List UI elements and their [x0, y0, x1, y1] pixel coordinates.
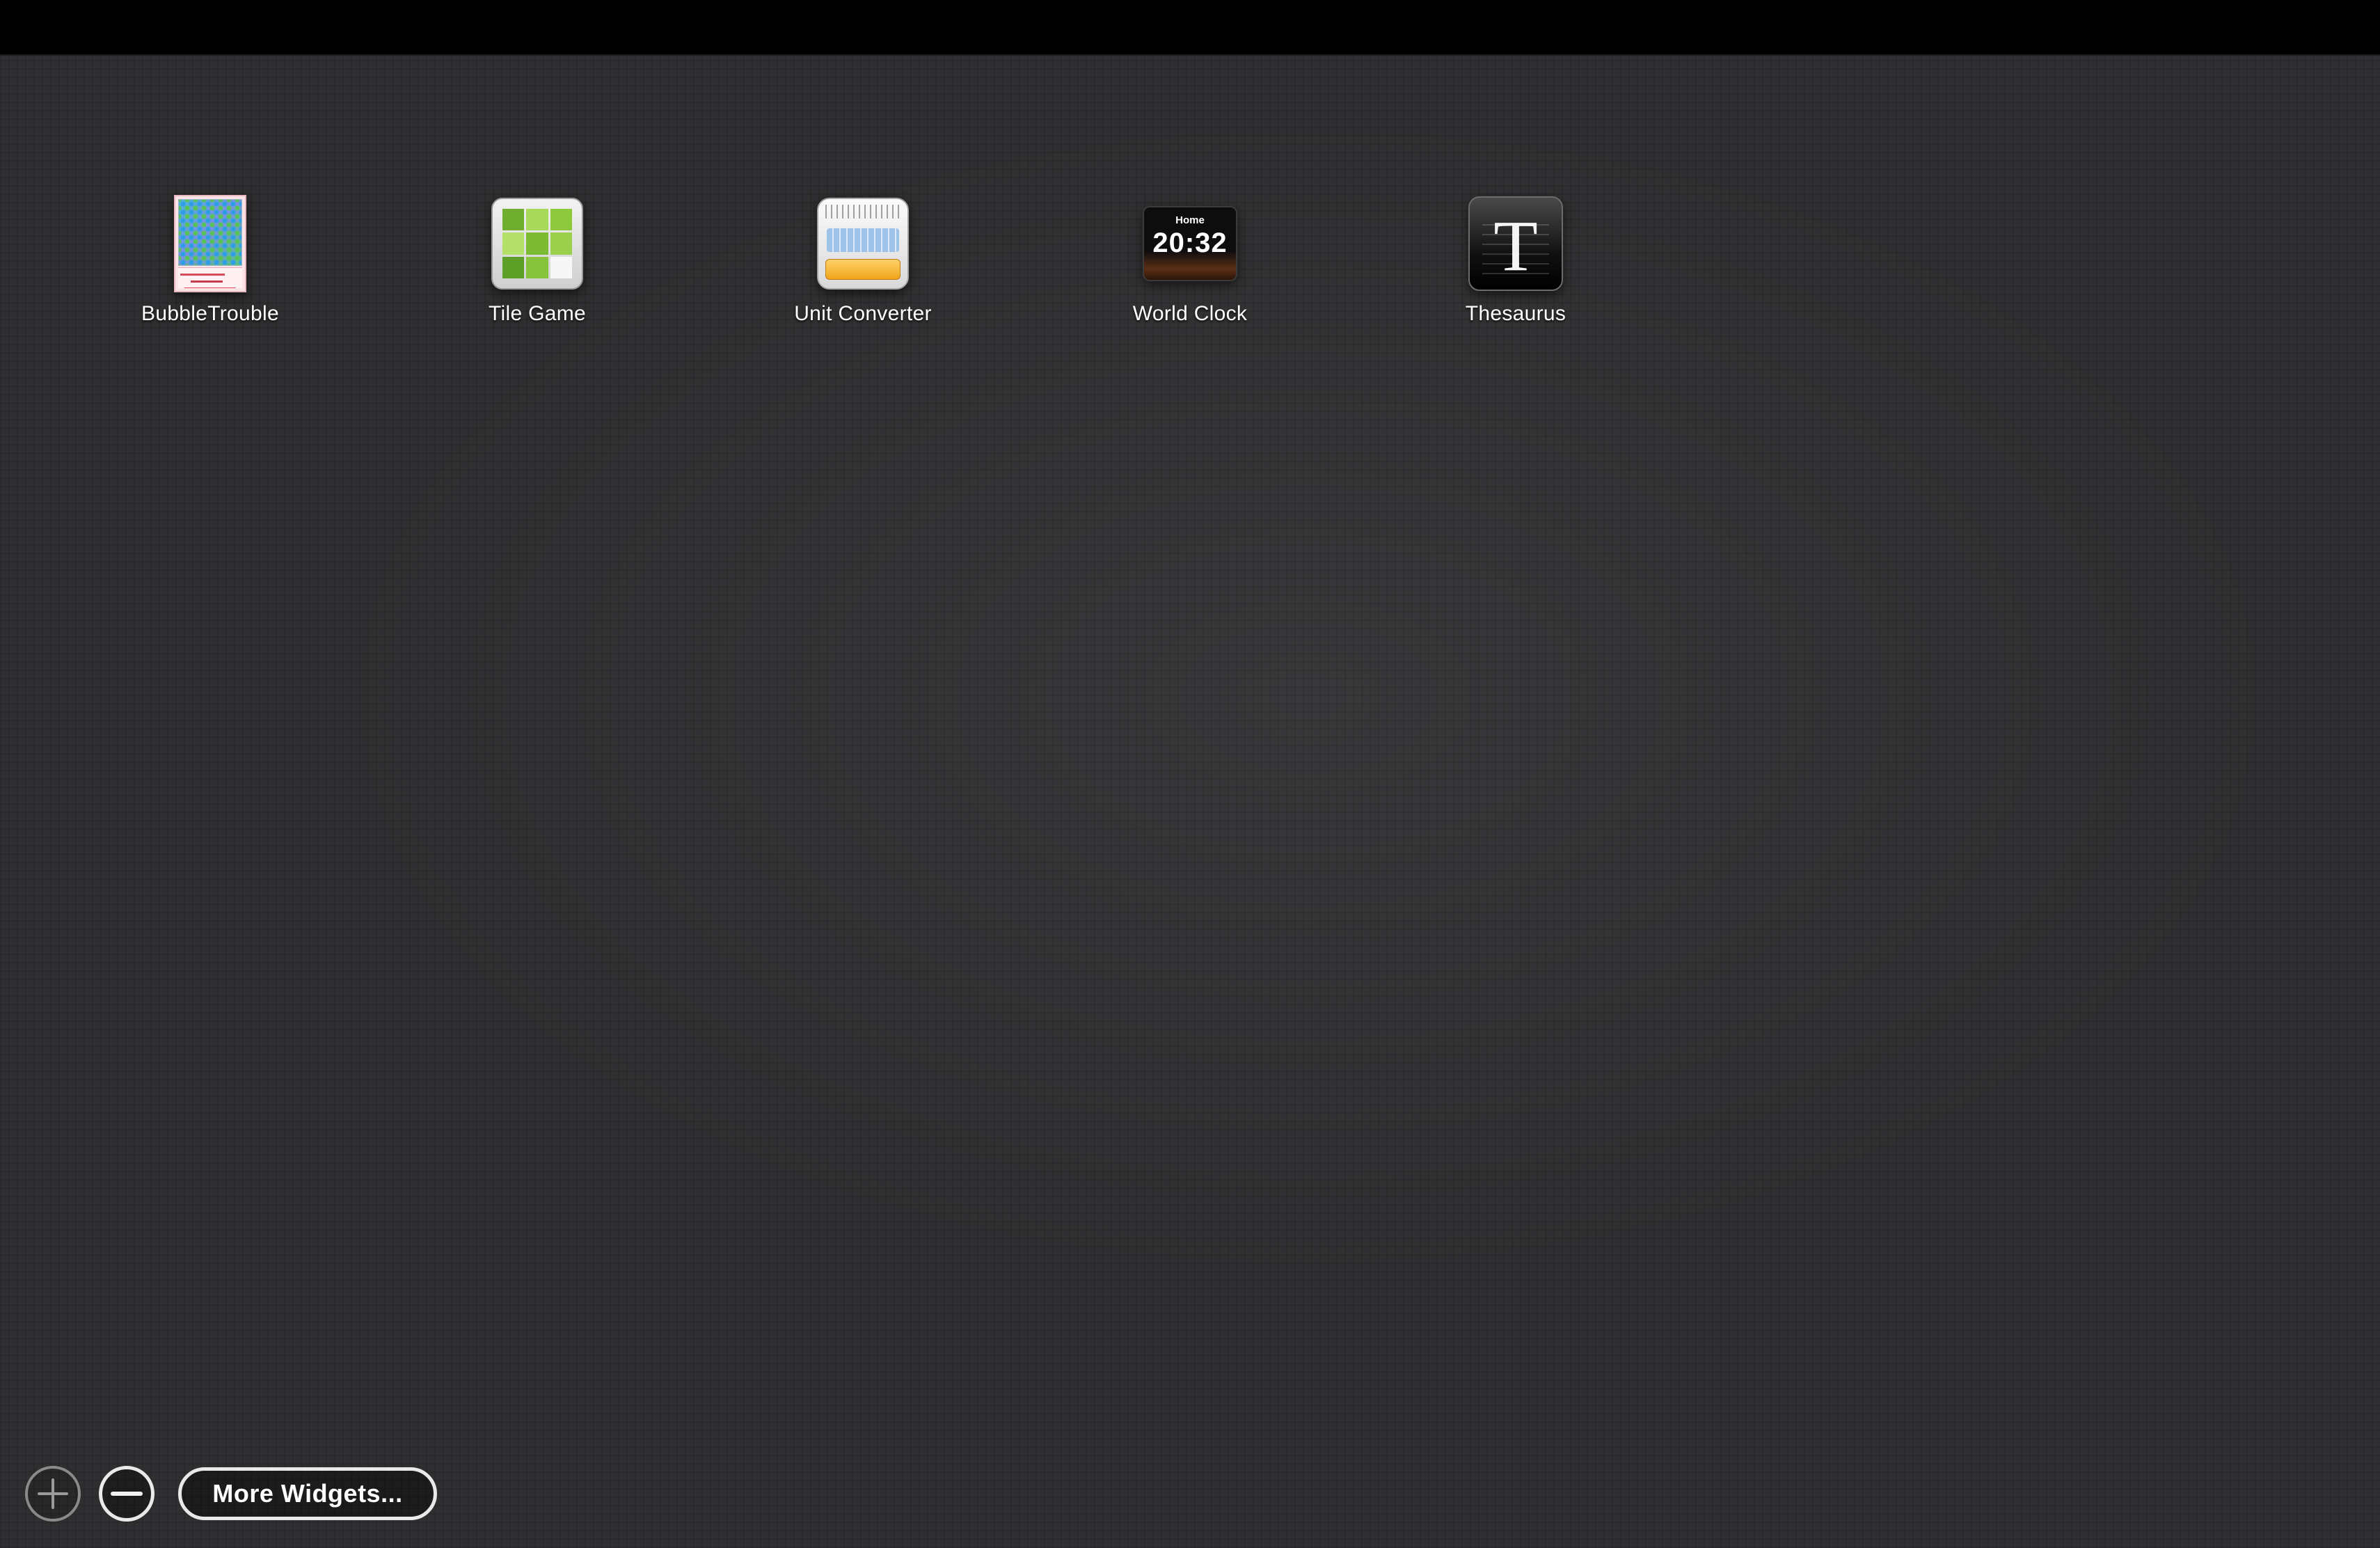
- world-clock-icon: Home 20:32: [1143, 195, 1237, 292]
- clock-city: Home: [1175, 214, 1205, 226]
- plus-icon: [38, 1478, 68, 1509]
- minus-icon: [111, 1492, 143, 1496]
- widget-label: BubbleTrouble: [141, 302, 279, 325]
- widget-label: World Clock: [1132, 302, 1248, 325]
- widget-label: Tile Game: [489, 302, 586, 325]
- more-widgets-button[interactable]: More Widgets...: [178, 1467, 437, 1520]
- unit-converter-icon: [816, 195, 910, 292]
- widget-unit-converter[interactable]: Unit Converter: [717, 195, 1009, 348]
- thesaurus-icon: T: [1468, 195, 1563, 292]
- widget-label: Thesaurus: [1465, 302, 1566, 325]
- top-bar: [0, 0, 2380, 56]
- widget-label: Unit Converter: [794, 302, 932, 325]
- bubble-trouble-icon: [163, 195, 257, 292]
- add-widget-button[interactable]: [25, 1466, 81, 1522]
- widget-bubble-trouble[interactable]: BubbleTrouble: [64, 195, 356, 348]
- tile-game-icon: [490, 195, 585, 292]
- widget-tile-game[interactable]: Tile Game: [391, 195, 683, 348]
- widget-thesaurus[interactable]: T Thesaurus: [1370, 195, 1662, 348]
- remove-widget-button[interactable]: [99, 1466, 154, 1522]
- widget-world-clock[interactable]: Home 20:32 World Clock: [1044, 195, 1336, 348]
- clock-time: 20:32: [1152, 228, 1228, 258]
